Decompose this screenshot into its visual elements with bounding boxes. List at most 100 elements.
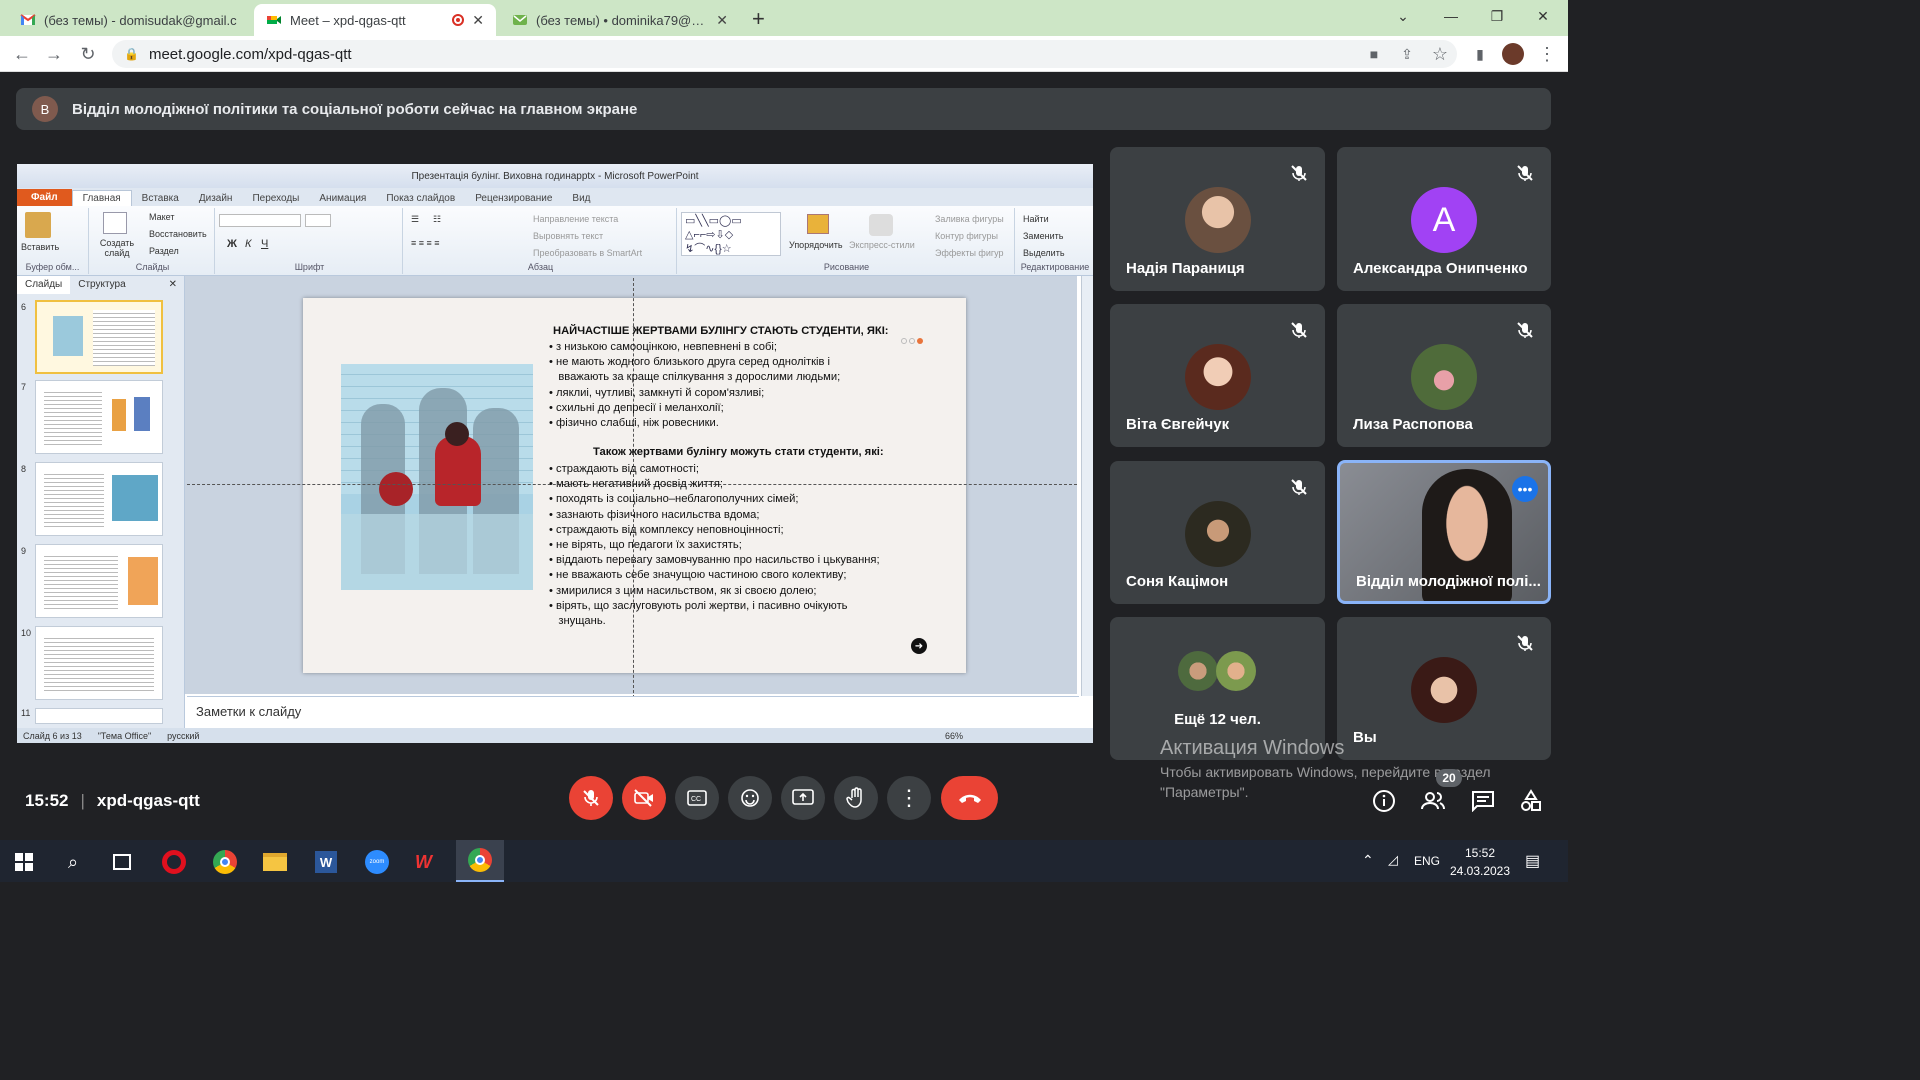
task-view-icon[interactable] (105, 845, 139, 879)
tab-search-icon[interactable]: ⌄ (1380, 0, 1426, 32)
layout-button[interactable]: Макет (149, 212, 174, 222)
tab-meet[interactable]: Meet – xpd-qgas-qtt ✕ (254, 4, 496, 36)
search-icon[interactable]: ⌕ (56, 845, 90, 879)
tray-chevron-icon[interactable]: ⌃ (1362, 852, 1374, 869)
shape-effects-button[interactable]: Эффекты фигур (935, 248, 1004, 258)
align-text-button[interactable]: Выровнять текст (533, 231, 603, 241)
replace-button[interactable]: Заменить (1023, 231, 1063, 241)
new-slide-button[interactable]: Создать слайд (95, 238, 139, 258)
word-icon[interactable]: W (309, 845, 343, 879)
slide-thumbnail-7[interactable] (35, 380, 163, 454)
align-icon[interactable]: ≡ ≡ ≡ ≡ (411, 238, 440, 248)
ppt-tab-transitions[interactable]: Переходы (242, 191, 309, 206)
language-indicator[interactable]: ENG (1414, 854, 1440, 868)
ppt-tab-slideshow[interactable]: Показ слайдов (376, 191, 465, 206)
tab-gmail[interactable]: (без темы) - domisudak@gmail.c (8, 4, 252, 36)
activities-button[interactable] (1519, 789, 1543, 813)
close-window-icon[interactable]: ✕ (1520, 0, 1566, 32)
smartart-button[interactable]: Преобразовать в SmartArt (533, 248, 642, 258)
ppt-tab-file[interactable]: Файл (17, 189, 72, 206)
tab-ukrnet[interactable]: (без темы) • dominika79@ukr.ne ✕ (500, 4, 740, 36)
chrome-icon[interactable] (208, 845, 242, 879)
underline-icon[interactable]: Ч (261, 238, 268, 250)
slide-notes[interactable]: Заметки к слайду (187, 696, 1079, 726)
participant-tile-speaking[interactable]: ••• Відділ молодіжної полі... (1337, 460, 1551, 604)
wps-office-icon[interactable]: W (410, 845, 444, 879)
participant-tile[interactable]: Надія Параниця (1110, 147, 1325, 291)
file-explorer-icon[interactable] (258, 845, 292, 879)
people-button[interactable] (1420, 789, 1446, 813)
tab-outline[interactable]: Структура (70, 276, 133, 294)
reload-icon[interactable]: ↻ (76, 42, 100, 66)
back-icon[interactable]: ← (10, 42, 34, 66)
arrange-button[interactable]: Упорядочить (789, 240, 843, 250)
leave-call-button[interactable] (941, 776, 998, 820)
more-options-icon[interactable]: ••• (1512, 476, 1538, 502)
ppt-tab-view[interactable]: Вид (562, 191, 600, 206)
find-button[interactable]: Найти (1023, 214, 1049, 224)
taskbar-clock[interactable]: 15:52 24.03.2023 (1448, 844, 1512, 880)
profile-avatar[interactable] (1502, 43, 1524, 65)
slide-thumbnail-6[interactable] (35, 300, 163, 374)
participant-tile[interactable]: A Александра Онипченко (1337, 147, 1551, 291)
slide-thumbnail-11[interactable] (35, 708, 163, 724)
raise-hand-button[interactable] (834, 776, 878, 820)
numbering-icon[interactable]: ☷ (433, 214, 441, 225)
font-size-input[interactable] (305, 214, 331, 227)
new-tab-button[interactable]: + (752, 6, 765, 32)
present-button[interactable] (781, 776, 825, 820)
camera-off-button[interactable] (622, 776, 666, 820)
menu-dots-icon[interactable]: ⋮ (1535, 42, 1559, 66)
chrome-active-icon[interactable] (456, 840, 504, 882)
participant-tile[interactable]: Лиза Распопова (1337, 304, 1551, 447)
italic-icon[interactable]: К (245, 238, 251, 250)
bold-icon[interactable]: Ж (227, 238, 237, 250)
slide-thumbnail-10[interactable] (35, 626, 163, 700)
font-name-input[interactable] (219, 214, 301, 227)
bookmark-star-icon[interactable]: ☆ (1428, 42, 1452, 66)
close-tab-icon[interactable]: ✕ (716, 12, 728, 29)
quick-styles-button[interactable]: Экспресс-стили (849, 240, 915, 250)
tab-slides[interactable]: Слайды (17, 276, 71, 294)
section-button[interactable]: Раздел (149, 246, 179, 256)
slide-thumbnail-8[interactable] (35, 462, 163, 536)
ppt-tab-home[interactable]: Главная (71, 190, 132, 206)
participant-tile[interactable]: Соня Кацімон (1110, 461, 1325, 604)
next-arrow-icon[interactable]: ➜ (911, 638, 927, 654)
more-options-button[interactable]: ⋮ (887, 776, 931, 820)
minimize-icon[interactable]: — (1428, 0, 1474, 32)
forward-icon[interactable]: → (42, 42, 66, 66)
meeting-details-button[interactable] (1372, 789, 1396, 813)
close-pane-icon[interactable]: ✕ (161, 276, 185, 294)
ppt-tab-design[interactable]: Дизайн (189, 191, 243, 206)
bullets-icon[interactable]: ☰ (411, 214, 419, 225)
notifications-icon[interactable]: ▤ (1525, 851, 1540, 871)
vertical-scrollbar[interactable] (1081, 276, 1093, 696)
ppt-tab-review[interactable]: Рецензирование (465, 191, 562, 206)
mic-off-button[interactable] (569, 776, 613, 820)
text-direction-button[interactable]: Направление текста (533, 214, 618, 224)
ppt-tab-insert[interactable]: Вставка (132, 191, 189, 206)
slide-thumbnail-9[interactable] (35, 544, 163, 618)
camera-icon[interactable]: ■ (1362, 42, 1386, 66)
reset-button[interactable]: Восстановить (149, 229, 207, 239)
chat-button[interactable] (1471, 790, 1495, 813)
start-button[interactable] (7, 845, 41, 879)
select-button[interactable]: Выделить (1023, 248, 1065, 258)
maximize-icon[interactable]: ❐ (1474, 0, 1520, 32)
participant-tile[interactable]: Віта Євгейчук (1110, 304, 1325, 447)
address-bar[interactable]: 🔒 meet.google.com/xpd-qgas-qtt (112, 40, 1457, 68)
close-tab-icon[interactable]: ✕ (472, 12, 484, 29)
opera-icon[interactable] (157, 845, 191, 879)
captions-button[interactable]: CC (675, 776, 719, 820)
self-tile[interactable]: Вы (1337, 617, 1551, 760)
wifi-icon[interactable]: ◿ (1388, 852, 1398, 868)
ppt-tab-animation[interactable]: Анимация (309, 191, 376, 206)
shape-fill-button[interactable]: Заливка фигуры (935, 214, 1004, 224)
share-icon[interactable]: ⇪ (1395, 42, 1419, 66)
shapes-gallery[interactable]: ▭╲╲▭◯▭ △⌐⌐⇨⇩◇ ↯⌒∿{}☆ (681, 212, 781, 256)
zoom-icon[interactable]: zoom (360, 845, 394, 879)
paste-button[interactable]: Вставить (21, 242, 59, 252)
emoji-button[interactable] (728, 776, 772, 820)
shape-outline-button[interactable]: Контур фигуры (935, 231, 998, 241)
